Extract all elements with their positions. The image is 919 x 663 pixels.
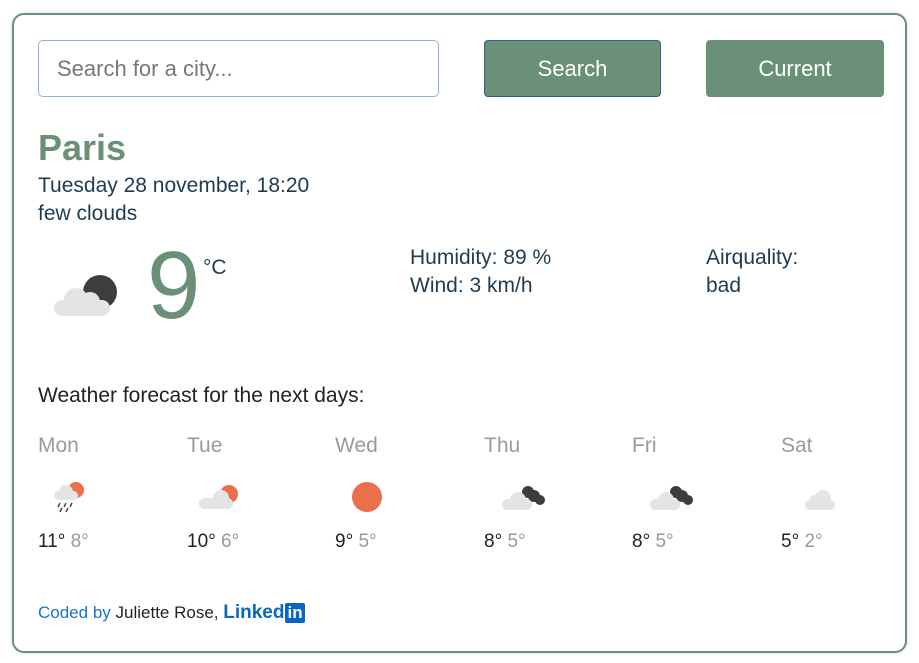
min-temp: 5° bbox=[358, 531, 377, 552]
day-temperatures: 9° 5° bbox=[335, 531, 377, 553]
min-temp: 5° bbox=[507, 531, 526, 552]
day-temperatures: 5° 2° bbox=[781, 531, 823, 553]
current-location-button[interactable]: Current bbox=[706, 40, 884, 97]
day-name: Thu bbox=[484, 434, 521, 457]
day-name: Tue bbox=[187, 434, 223, 457]
day-temperatures: 8° 5° bbox=[484, 531, 526, 553]
date-time: Tuesday 28 november, 18:20 bbox=[38, 174, 310, 197]
wind-speed: Wind: 3 km/h bbox=[410, 274, 533, 297]
min-temp: 8° bbox=[70, 531, 89, 552]
day-temperatures: 8° 5° bbox=[632, 531, 674, 553]
current-temperature: 9 bbox=[147, 232, 201, 339]
linkedin-link[interactable]: Linked in bbox=[223, 602, 305, 623]
cloud-dark-clouds-icon bbox=[650, 486, 693, 510]
rain-cloud-sun-icon bbox=[54, 482, 84, 513]
author-name: Juliette Rose, bbox=[115, 603, 219, 622]
day-name: Wed bbox=[335, 434, 378, 457]
weather-description: few clouds bbox=[38, 202, 138, 225]
max-temp: 9° bbox=[335, 531, 354, 552]
day-temperatures: 11° 8° bbox=[38, 531, 89, 553]
min-temp: 6° bbox=[221, 531, 240, 552]
few-clouds-night-icon bbox=[54, 275, 117, 316]
cloud-icon bbox=[805, 490, 835, 510]
airquality-value: bad bbox=[706, 274, 742, 297]
day-name: Fri bbox=[632, 434, 657, 457]
max-temp: 8° bbox=[632, 531, 651, 552]
search-input[interactable] bbox=[38, 40, 439, 97]
max-temp: 10° bbox=[187, 531, 216, 552]
max-temp: 11° bbox=[38, 531, 66, 552]
min-temp: 5° bbox=[655, 531, 674, 552]
city-name: Paris bbox=[38, 127, 127, 168]
forecast-title: Weather forecast for the next days: bbox=[38, 384, 365, 407]
min-temp: 2° bbox=[804, 531, 823, 552]
linkedin-logo-icon: in bbox=[285, 603, 305, 623]
temperature-unit[interactable]: °C bbox=[203, 256, 227, 280]
linkedin-logo-text: Linked bbox=[223, 602, 285, 623]
source-code-link[interactable]: Coded by bbox=[38, 603, 111, 622]
airquality-label: Airquality: bbox=[706, 246, 799, 269]
humidity: Humidity: 89 % bbox=[410, 246, 552, 269]
max-temp: 8° bbox=[484, 531, 503, 552]
cloud-dark-clouds-icon bbox=[502, 486, 545, 510]
sun-icon bbox=[352, 482, 382, 512]
cloud-sun-icon bbox=[199, 485, 238, 509]
footer: Coded by Juliette Rose, Linked in bbox=[38, 602, 305, 624]
day-name: Mon bbox=[38, 434, 79, 457]
search-button[interactable]: Search bbox=[484, 40, 661, 97]
day-temperatures: 10° 6° bbox=[187, 531, 239, 553]
day-name: Sat bbox=[781, 434, 813, 457]
max-temp: 5° bbox=[781, 531, 800, 552]
